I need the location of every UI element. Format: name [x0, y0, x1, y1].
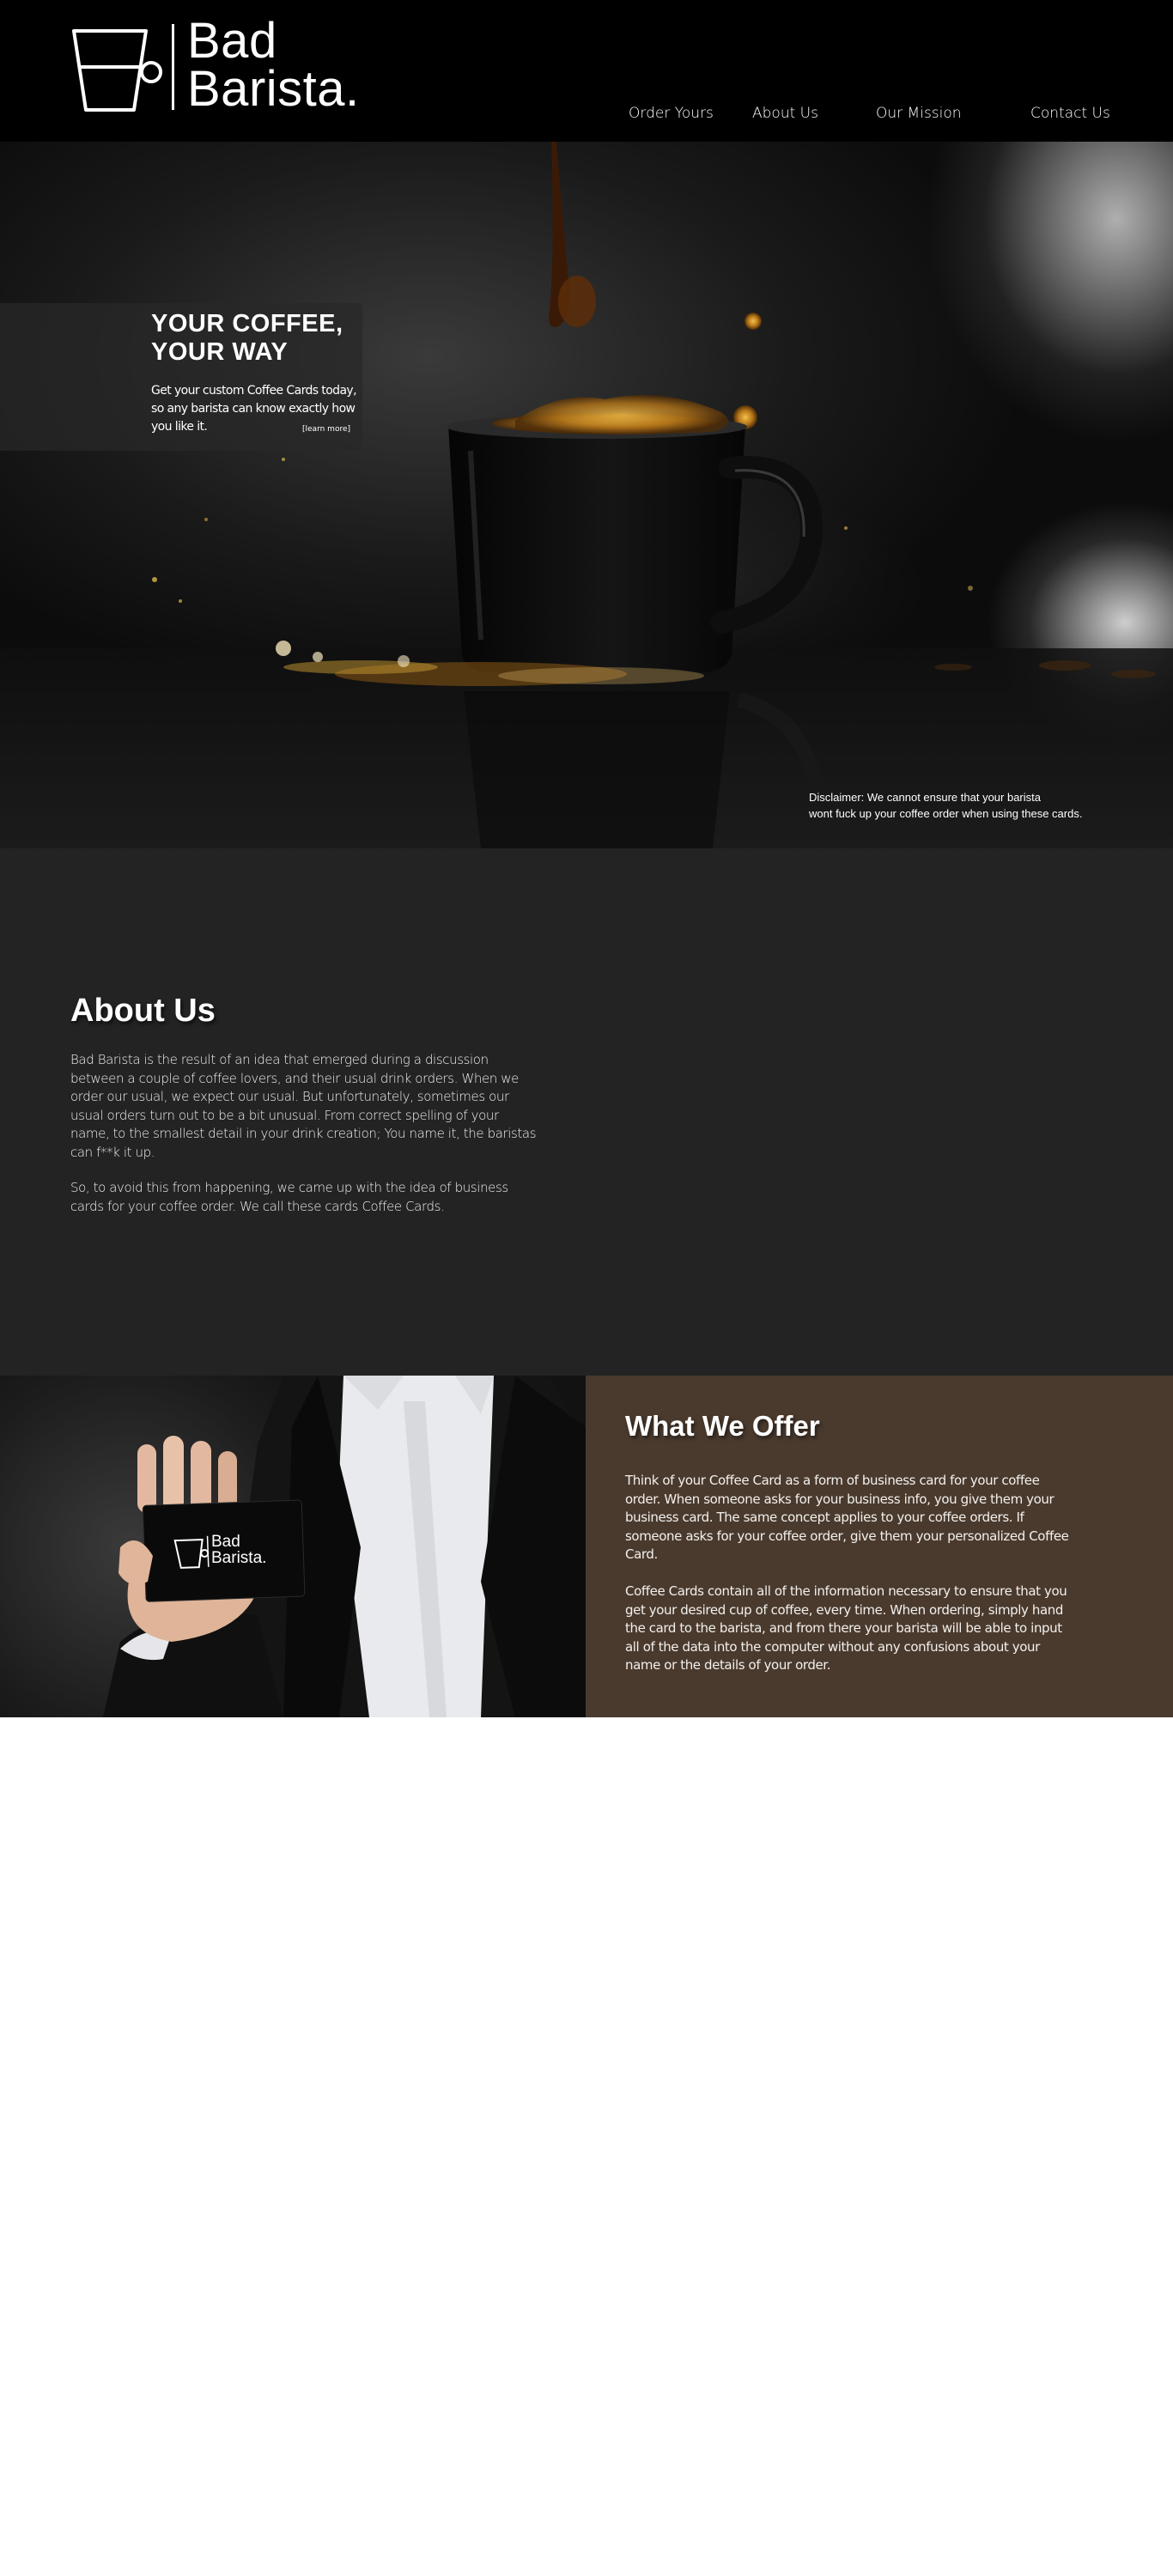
site-header: Bad Barista. Order Yours About Us Our Mi…: [0, 0, 1173, 142]
about-section: About Us Bad Barista is the result of an…: [0, 848, 1173, 1376]
logo-wordmark: Bad Barista.: [187, 13, 360, 114]
offer-paragraph-2: Coffee Cards contain all of the informat…: [625, 1583, 1067, 1673]
hero-section: YOUR COFFEE, YOUR WAY Get your custom Co…: [0, 142, 1173, 848]
offer-text-panel: What We Offer Think of your Coffee Card …: [586, 1376, 1173, 1717]
man-holding-card-image: Bad Barista.: [0, 1376, 586, 1717]
logo-line-1: Bad: [187, 13, 277, 69]
businessman-illustration: [103, 1376, 586, 1717]
disclaimer-line-1: Disclaimer: We cannot ensure that your b…: [809, 791, 1041, 804]
hero-title-line-1: YOUR COFFEE,: [151, 310, 343, 337]
cup-logo-icon: [72, 29, 162, 112]
disclaimer-line-2: wont fuck up your coffee order when usin…: [809, 807, 1083, 820]
card-logo-line-1: Bad: [211, 1533, 240, 1551]
about-title: About Us: [70, 993, 216, 1029]
main-nav: Order Yours About Us Our Mission Contact…: [0, 105, 1173, 131]
nav-about-us[interactable]: About Us: [752, 105, 818, 122]
card-wordmark: Bad Barista.: [211, 1534, 266, 1566]
offer-section: Bad Barista. What We Offer Think of your…: [0, 1376, 1173, 1717]
logo[interactable]: Bad Barista.: [70, 16, 371, 117]
offer-paragraph-1: Think of your Coffee Card as a form of b…: [625, 1473, 1069, 1562]
hero-title: YOUR COFFEE, YOUR WAY: [151, 310, 374, 367]
card-logo-line-2: Barista.: [211, 1549, 267, 1567]
hero-disclaimer: Disclaimer: We cannot ensure that your b…: [809, 789, 1135, 822]
learn-more-link[interactable]: [learn more]: [302, 425, 350, 434]
about-paragraph-2: So, to avoid this from happening, we cam…: [70, 1180, 508, 1214]
logo-divider: [172, 24, 174, 110]
offer-title: What We Offer: [625, 1410, 820, 1442]
nav-our-mission[interactable]: Our Mission: [876, 105, 962, 122]
nav-order-yours[interactable]: Order Yours: [629, 105, 714, 122]
about-paragraph-1: Bad Barista is the result of an idea tha…: [70, 1052, 537, 1160]
nav-contact-us[interactable]: Contact Us: [1030, 105, 1110, 122]
coffee-cup-hero-image: [0, 142, 1173, 848]
hero-title-line-2: YOUR WAY: [151, 338, 289, 366]
